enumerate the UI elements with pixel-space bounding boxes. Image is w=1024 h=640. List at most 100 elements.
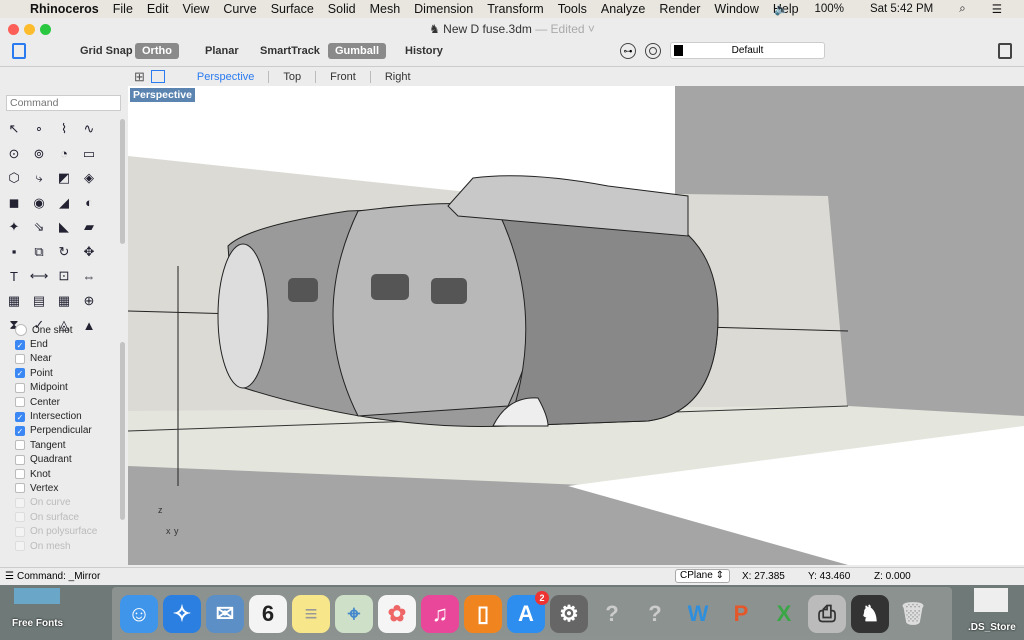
close-button[interactable] [8, 24, 19, 35]
grid-icon[interactable]: ▦ [55, 293, 73, 309]
gumball-icon[interactable]: ⊕ [80, 293, 98, 309]
mirror-icon[interactable]: ⇔ [80, 268, 98, 284]
text-icon[interactable]: Τ [5, 268, 23, 284]
menu-render[interactable]: Render [659, 2, 700, 16]
dock-word-icon[interactable]: W [679, 595, 717, 633]
dock-system-preferences-icon[interactable]: ⚙ [550, 594, 588, 633]
menu-transform[interactable]: Transform [487, 2, 544, 16]
layout-icon[interactable]: ▤ [30, 293, 48, 309]
checkbox[interactable] [15, 541, 25, 552]
osnap-quadrant[interactable]: Quadrant [0, 453, 128, 467]
group-icon[interactable]: ▪ [5, 244, 23, 260]
checkbox[interactable] [15, 483, 25, 494]
split-icon[interactable]: ◣ [55, 219, 73, 235]
desktop-item-ds-store[interactable]: .DS_Store [968, 622, 1016, 633]
checkbox[interactable] [15, 440, 25, 451]
battery-status[interactable]: 100% [815, 3, 844, 15]
menu-surface[interactable]: Surface [271, 2, 314, 16]
osnap-toggle-icon[interactable]: ⊶ [620, 43, 636, 59]
curve-icon[interactable]: ∿ [80, 121, 98, 137]
clock[interactable]: Sat 5:42 PM [870, 3, 933, 15]
osnap-midpoint[interactable]: Midpoint [0, 381, 128, 395]
dimension-icon[interactable]: ⟷ [30, 268, 49, 284]
osnap-scrollbar[interactable] [120, 342, 125, 520]
fillet-icon[interactable]: ⤷ [30, 170, 48, 186]
checkbox[interactable] [15, 382, 25, 393]
osnap-perpendicular[interactable]: ✓ Perpendicular [0, 424, 128, 438]
circle-icon[interactable]: ⊙ [5, 146, 23, 162]
menu-curve[interactable]: Curve [223, 2, 256, 16]
checkbox[interactable]: ✓ [15, 368, 25, 379]
volume-icon[interactable]: 🔈 [774, 2, 788, 16]
osnap-on-curve[interactable]: On curve [0, 496, 128, 510]
folder-icon[interactable] [14, 588, 60, 604]
osnap-on-polysurface[interactable]: On polysurface [0, 524, 128, 538]
checkbox[interactable] [15, 454, 25, 465]
list-icon[interactable]: ☰ [992, 2, 1002, 16]
sidebar-toggle-icon[interactable] [12, 43, 26, 59]
surface-icon[interactable]: ◩ [55, 170, 73, 186]
osnap-tangent[interactable]: Tangent [0, 438, 128, 452]
dock-mail-icon[interactable]: ✉ [206, 594, 244, 633]
four-view-icon[interactable]: ⊞ [134, 69, 145, 85]
polygon-icon[interactable]: ⬡ [5, 170, 23, 186]
rotate-icon[interactable]: ↻ [55, 244, 73, 260]
dock-maps-icon[interactable]: ⌖ [335, 594, 373, 633]
osnap-near[interactable]: Near [0, 352, 128, 366]
dock-rhinoceros-icon[interactable]: ♞ [851, 594, 889, 633]
checkbox[interactable] [15, 353, 25, 364]
dock-safari-icon[interactable]: ✧ [163, 594, 201, 633]
checkbox[interactable] [15, 512, 25, 523]
osnap-vertex[interactable]: Vertex [0, 481, 128, 495]
rectangle-icon[interactable]: ▭ [80, 146, 98, 162]
toggle-history[interactable]: History [398, 43, 450, 59]
dock-finder-icon[interactable]: ☺ [120, 594, 158, 633]
cplane-dropdown[interactable]: CPlane ⇕ [675, 569, 730, 583]
array-icon[interactable]: ⧉ [30, 244, 48, 260]
file-icon[interactable] [974, 588, 1008, 612]
dock-trash-icon[interactable]: 🗑 [894, 595, 932, 633]
checkbox[interactable] [15, 469, 25, 480]
box-icon[interactable]: ◼ [5, 195, 23, 211]
sphere-icon[interactable]: ◉ [30, 195, 48, 211]
osnap-on-mesh[interactable]: On mesh [0, 539, 128, 553]
osnap-end[interactable]: ✓ End [0, 337, 128, 351]
dock-photos-icon[interactable]: ✿ [378, 594, 416, 633]
menu-edit[interactable]: Edit [147, 2, 169, 16]
toggle-ortho[interactable]: Ortho [135, 43, 179, 59]
menu-view[interactable]: View [182, 2, 209, 16]
extrude-icon[interactable]: ◢ [55, 195, 73, 211]
patch-icon[interactable]: ◈ [80, 170, 98, 186]
minimize-button[interactable] [24, 24, 35, 35]
osnap-knot[interactable]: Knot [0, 467, 128, 481]
menu-mesh[interactable]: Mesh [370, 2, 401, 16]
layer-dropdown[interactable]: Default [670, 42, 825, 59]
checkbox[interactable]: ✓ [15, 425, 25, 436]
search-icon[interactable]: ⌕ [959, 3, 965, 16]
dock-unknown-app-icon[interactable]: ? [636, 595, 674, 633]
menu-dimension[interactable]: Dimension [414, 2, 473, 16]
dock-ibooks-icon[interactable]: ▯ [464, 594, 502, 633]
trim-icon[interactable]: ⇘ [30, 219, 48, 235]
zoom-button[interactable] [40, 24, 51, 35]
arc-icon[interactable]: ◔ [55, 146, 73, 162]
toggle-planar[interactable]: Planar [198, 43, 246, 59]
point-icon[interactable]: ∘ [30, 121, 48, 137]
menu-icon[interactable]: ☰ [5, 571, 14, 582]
polyline-icon[interactable]: ⌇ [55, 121, 73, 137]
target-icon[interactable] [645, 43, 661, 59]
ellipse-icon[interactable]: ⊚ [30, 146, 48, 162]
tool-palette-scrollbar[interactable] [120, 119, 125, 244]
tab-perspective[interactable]: Perspective [183, 71, 268, 83]
menu-window[interactable]: Window [714, 2, 758, 16]
osnap-on-surface[interactable]: On surface [0, 510, 128, 524]
checkbox[interactable] [15, 497, 25, 508]
checkbox[interactable]: ✓ [15, 411, 25, 422]
dock-excel-icon[interactable]: X [765, 595, 803, 633]
menu-analyze[interactable]: Analyze [601, 2, 645, 16]
dock-powerpoint-icon[interactable]: P [722, 595, 760, 633]
panel-toggle-icon[interactable] [998, 43, 1012, 59]
menu-tools[interactable]: Tools [558, 2, 587, 16]
tab-front[interactable]: Front [315, 70, 370, 83]
scale-icon[interactable]: ⊡ [55, 268, 73, 284]
